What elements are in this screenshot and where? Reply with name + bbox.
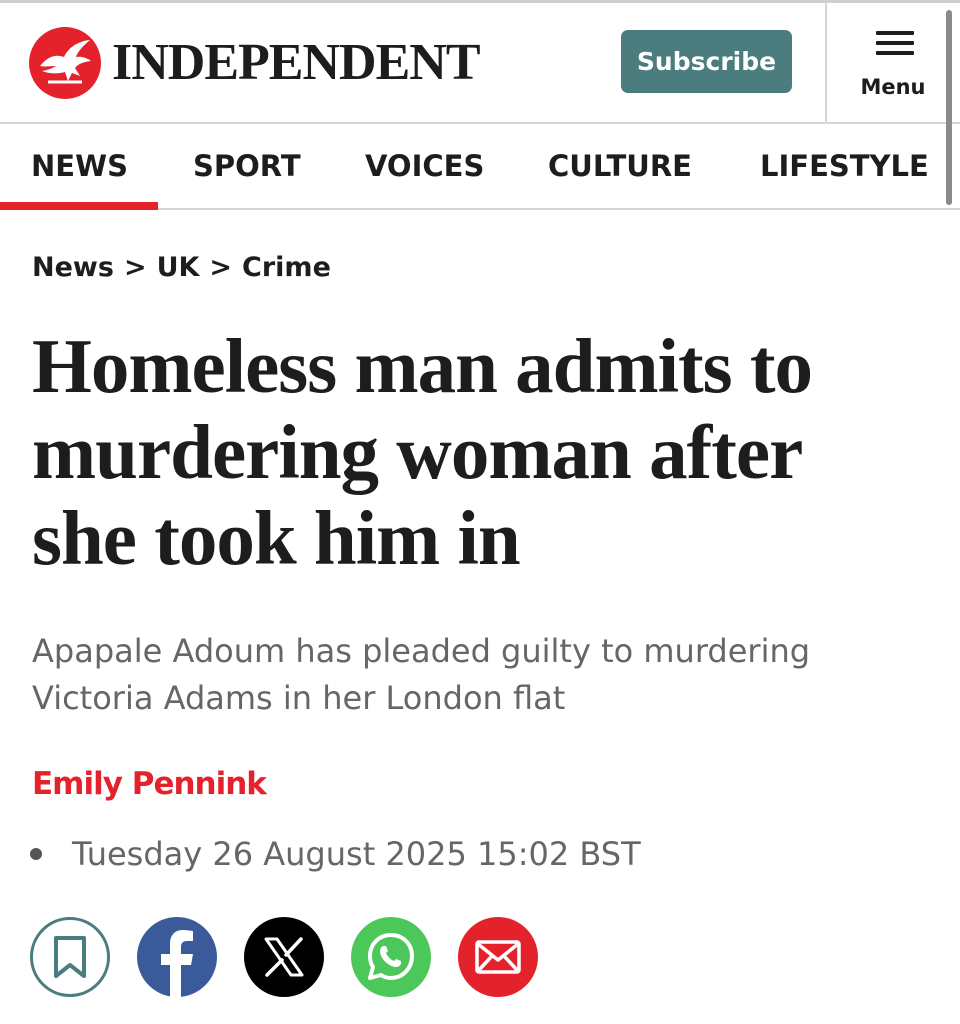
nav-item-voices[interactable]: VOICES [365, 124, 484, 208]
publish-date: Tuesday 26 August 2025 15:02 BST [30, 835, 641, 873]
share-x-button[interactable] [244, 917, 324, 997]
section-nav: NEWS SPORT VOICES CULTURE LIFESTYLE [0, 124, 960, 210]
standfirst-line: Apapale Adoum has pleaded guilty to murd… [32, 632, 811, 670]
nav-item-culture[interactable]: CULTURE [548, 124, 692, 208]
share-whatsapp-button[interactable] [351, 917, 431, 997]
eagle-logo-icon [29, 27, 101, 99]
author-link[interactable]: Emily Pennink [32, 766, 267, 802]
breadcrumb-uk[interactable]: UK [157, 252, 200, 283]
whatsapp-icon [368, 933, 414, 980]
breadcrumb-separator: > [123, 252, 147, 283]
date-text: Tuesday 26 August 2025 15:02 BST [72, 835, 641, 873]
share-facebook-button[interactable] [137, 917, 217, 997]
breadcrumb-separator: > [209, 252, 233, 283]
nav-item-sport[interactable]: SPORT [193, 124, 301, 208]
facebook-icon [161, 930, 193, 997]
subscribe-button[interactable]: Subscribe [621, 30, 792, 93]
breadcrumb-news[interactable]: News [32, 252, 114, 283]
headline-line: Homeless man admits to [32, 323, 813, 409]
logo-wordmark: INDEPENDENT [112, 34, 480, 91]
bookmark-button[interactable] [30, 917, 110, 997]
x-icon [264, 937, 304, 977]
article-headline: Homeless man admits to murdering woman a… [32, 323, 932, 581]
headline-line: she took him in [32, 495, 521, 581]
headline-line: murdering woman after [32, 409, 803, 495]
site-header: INDEPENDENT Subscribe Menu [0, 0, 960, 124]
bullet-icon [30, 848, 42, 860]
site-logo[interactable]: INDEPENDENT [28, 26, 480, 100]
breadcrumb-crime[interactable]: Crime [242, 252, 331, 283]
menu-button[interactable]: Menu [826, 3, 950, 122]
bookmark-icon [54, 936, 86, 978]
nav-item-news[interactable]: NEWS [31, 124, 128, 208]
hamburger-icon [876, 31, 914, 57]
share-email-button[interactable] [458, 917, 538, 997]
standfirst-line: Victoria Adams in her London flat [32, 679, 566, 717]
nav-item-lifestyle[interactable]: LIFESTYLE [760, 124, 929, 208]
active-tab-indicator [0, 202, 158, 210]
email-icon [475, 940, 521, 974]
breadcrumb: News > UK > Crime [32, 252, 331, 283]
menu-label: Menu [860, 75, 926, 99]
article-standfirst: Apapale Adoum has pleaded guilty to murd… [32, 628, 912, 722]
